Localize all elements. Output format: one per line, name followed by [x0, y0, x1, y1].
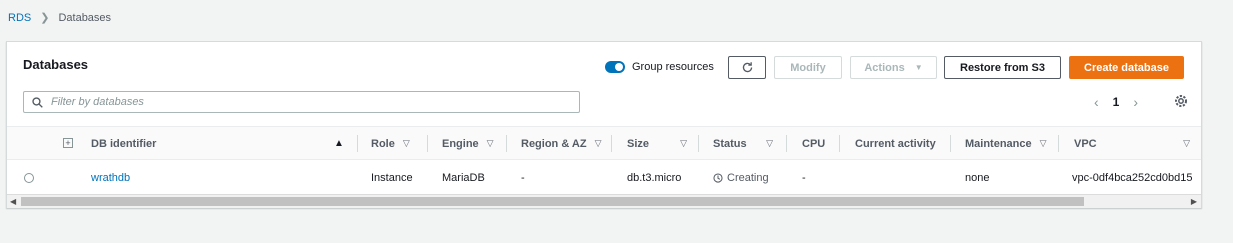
modify-button[interactable]: Modify	[774, 56, 842, 79]
group-resources-label: Group resources	[632, 61, 714, 73]
breadcrumb: RDS ❯ Databases	[8, 11, 112, 25]
status-text: Creating	[727, 172, 769, 184]
scrollbar-thumb[interactable]	[21, 197, 1084, 206]
chevron-right-icon[interactable]: ›	[1133, 94, 1138, 110]
column-role[interactable]: Role ▽	[371, 127, 410, 160]
column-label: CPU	[802, 137, 826, 150]
sort-asc-icon[interactable]: ▲	[334, 127, 344, 160]
pagination: ‹ 1 ›	[1094, 94, 1138, 110]
panel-title: Databases	[23, 57, 89, 72]
cell-maintenance: none	[965, 172, 990, 184]
column-label: Current activity	[855, 137, 936, 150]
caret-down-icon: ▼	[914, 63, 923, 72]
column-region-az[interactable]: Region & AZ ▽	[521, 127, 602, 160]
create-database-button[interactable]: Create database	[1069, 56, 1184, 79]
sort-desc-icon: ▽	[1183, 138, 1190, 148]
column-status[interactable]: Status ▽	[713, 127, 785, 160]
table-row[interactable]: wrathdb Instance MariaDB - db.t3.micro C…	[7, 162, 1201, 194]
sort-desc-icon: ▽	[680, 138, 687, 148]
column-divider[interactable]	[698, 135, 699, 152]
column-divider[interactable]	[786, 135, 787, 152]
search-icon	[32, 96, 43, 108]
sort-desc-icon: ▽	[486, 138, 494, 148]
scroll-left-arrow-icon[interactable]: ◀	[10, 195, 16, 208]
group-resources-toggle[interactable]: Group resources	[605, 61, 714, 73]
radio-icon[interactable]	[24, 173, 34, 183]
breadcrumb-rds-link[interactable]: RDS	[8, 12, 31, 24]
cell-engine: MariaDB	[442, 172, 485, 184]
column-divider[interactable]	[506, 135, 507, 152]
column-cpu[interactable]: CPU	[802, 127, 825, 160]
cell-vpc: vpc-0df4bca252cd0bd15	[1072, 172, 1193, 184]
column-maintenance[interactable]: Maintenance ▽	[965, 127, 1047, 160]
column-label: DB identifier	[91, 137, 157, 150]
search-box	[23, 91, 580, 113]
column-divider[interactable]	[427, 135, 428, 152]
column-current-activity[interactable]: Current activity	[855, 127, 936, 160]
horizontal-scrollbar[interactable]: ◀ ▶	[7, 194, 1201, 208]
actions-label: Actions	[864, 61, 905, 74]
cell-region-az: -	[521, 172, 525, 184]
databases-panel: Databases Group resources Modify Actions…	[6, 41, 1202, 208]
cell-size: db.t3.micro	[627, 172, 682, 184]
breadcrumb-current: Databases	[58, 11, 112, 24]
cell-cpu: -	[802, 172, 806, 184]
column-divider[interactable]	[950, 135, 951, 152]
table-header: + DB identifier ▲ Role ▽ Engine ▽ Region &…	[7, 126, 1201, 160]
column-label: Role	[371, 137, 395, 150]
actions-button[interactable]: Actions ▼	[850, 56, 937, 79]
chevron-left-icon[interactable]: ‹	[1094, 94, 1099, 110]
cell-status: Creating	[713, 162, 769, 194]
column-label: Size	[627, 137, 650, 150]
refresh-icon	[742, 62, 752, 73]
column-size[interactable]: Size ▽	[627, 127, 701, 160]
chevron-right-icon: ❯	[40, 12, 50, 24]
column-vpc[interactable]: VPC ▽	[1074, 127, 1198, 160]
column-label: Region & AZ	[521, 137, 587, 150]
clock-icon	[713, 173, 723, 183]
column-label: VPC	[1074, 137, 1097, 150]
db-identifier-link[interactable]: wrathdb	[91, 162, 130, 194]
column-label: Status	[713, 137, 747, 150]
sort-desc-icon: ▽	[402, 138, 410, 148]
column-label: Engine	[442, 137, 479, 150]
column-divider[interactable]	[1058, 135, 1059, 152]
column-divider[interactable]	[839, 135, 840, 152]
scroll-right-arrow-icon[interactable]: ▶	[1191, 195, 1197, 208]
cell-role: Instance	[371, 172, 413, 184]
gear-icon[interactable]	[1173, 93, 1189, 109]
column-db-identifier[interactable]: DB identifier	[91, 127, 341, 160]
column-divider[interactable]	[611, 135, 612, 152]
page-number[interactable]: 1	[1113, 95, 1120, 109]
column-divider[interactable]	[357, 135, 358, 152]
column-label: Maintenance	[965, 137, 1032, 150]
toggle-on-icon[interactable]	[605, 61, 625, 73]
search-input[interactable]	[49, 95, 553, 109]
refresh-button[interactable]	[728, 56, 766, 79]
column-engine[interactable]: Engine ▽	[442, 127, 494, 160]
sort-desc-icon: ▽	[594, 138, 602, 148]
sort-desc-icon: ▽	[1039, 138, 1047, 148]
sort-desc-icon: ▽	[766, 138, 773, 148]
restore-from-s3-button[interactable]: Restore from S3	[944, 56, 1061, 79]
expand-icon[interactable]: +	[63, 138, 73, 148]
